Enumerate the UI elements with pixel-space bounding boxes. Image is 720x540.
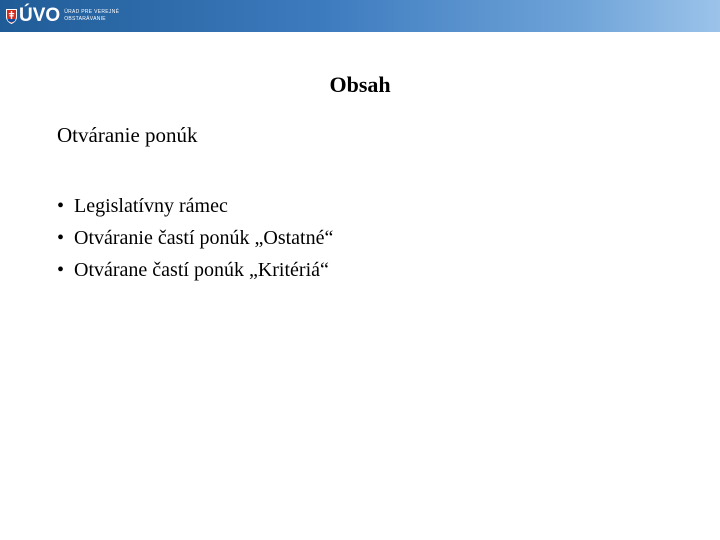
- bullet-icon: •: [57, 259, 65, 281]
- logo-subtitle-line2: OBSTARÁVANIE: [64, 16, 106, 22]
- bullet-text: Otváranie častí ponúk „Ostatné“: [74, 227, 334, 249]
- bullet-icon: •: [57, 195, 65, 217]
- bullet-icon: •: [57, 227, 65, 249]
- slide-title: Obsah: [329, 72, 391, 97]
- list-item: • Legislatívny rámec: [57, 195, 333, 227]
- list-item: • Otvárane častí ponúk „Kritériá“: [57, 259, 333, 291]
- logo-wordmark: ÚVO: [19, 5, 61, 26]
- bullet-list: • Legislatívny rámec • Otváranie častí p…: [57, 195, 333, 291]
- logo-subtitle: ÚRAD PRE VEREJNÉ OBSTARÁVANIE: [64, 9, 119, 23]
- logo-subtitle-line1: ÚRAD PRE VEREJNÉ: [64, 9, 120, 15]
- uvo-logo: ÚVO ÚRAD PRE VEREJNÉ OBSTARÁVANIE: [6, 4, 119, 28]
- slovak-crest-icon: [6, 8, 17, 24]
- bullet-text: Otvárane častí ponúk „Kritériá“: [74, 259, 329, 281]
- section-heading: Otváranie ponúk: [57, 123, 198, 147]
- header-bar: ÚVO ÚRAD PRE VEREJNÉ OBSTARÁVANIE: [0, 0, 720, 32]
- bullet-text: Legislatívny rámec: [74, 195, 228, 217]
- list-item: • Otváranie častí ponúk „Ostatné“: [57, 227, 333, 259]
